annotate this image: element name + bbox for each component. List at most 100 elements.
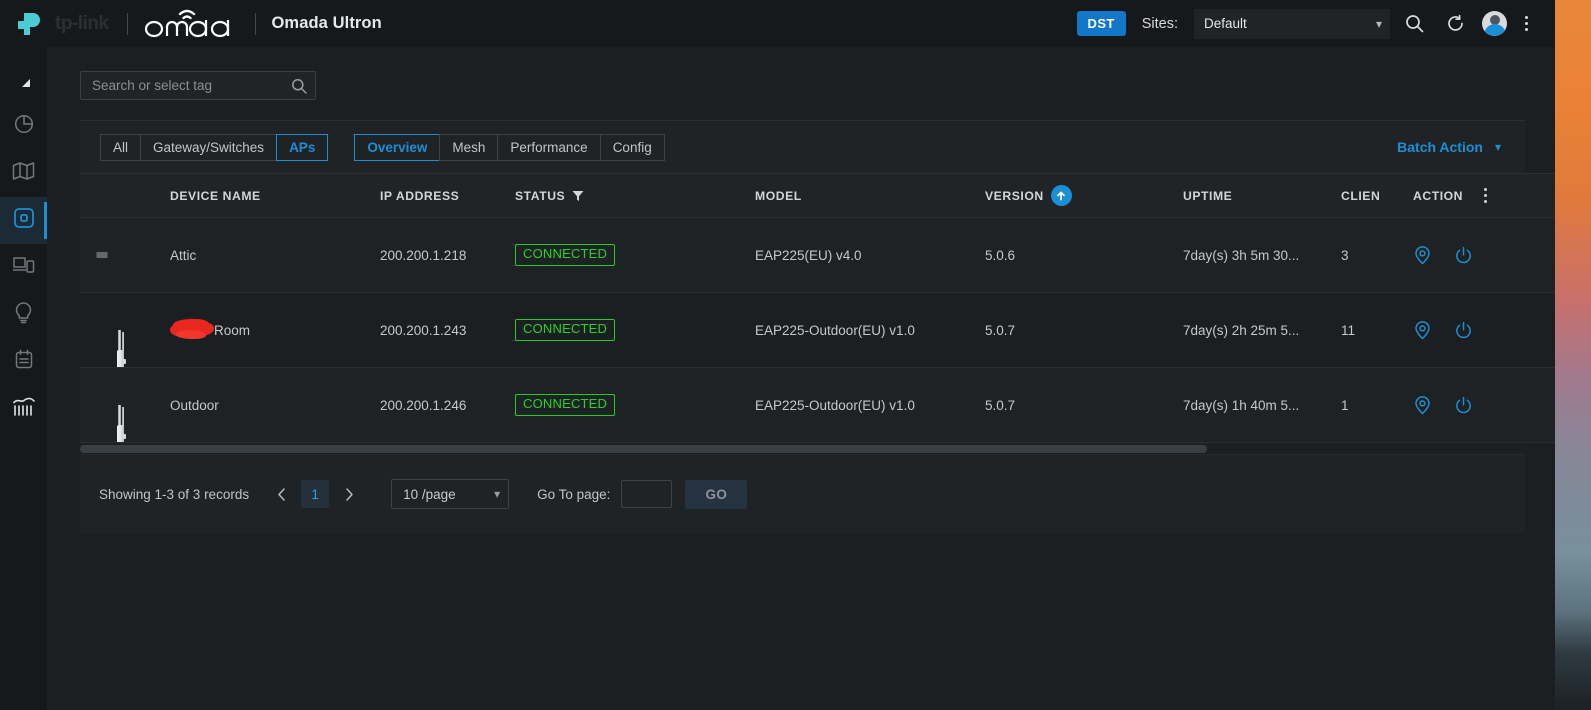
cell-uptime: 7day(s) 3h 5m 30... xyxy=(1183,217,1341,293)
sidebar-item-log[interactable] xyxy=(0,338,47,385)
table-row[interactable]: Room 200.200.1.243 CONNECTED EAP225-Outd… xyxy=(80,292,1555,368)
tab-performance[interactable]: Performance xyxy=(497,133,600,161)
devices-card: All Gateway/Switches APs Overview Mesh P… xyxy=(80,120,1555,533)
chevron-down-icon: ▾ xyxy=(1375,16,1382,31)
goto-page-input[interactable] xyxy=(621,480,673,508)
locate-icon[interactable] xyxy=(1413,320,1432,340)
reboot-icon[interactable] xyxy=(1454,321,1473,340)
reboot-icon[interactable] xyxy=(1454,246,1473,265)
refresh-icon[interactable] xyxy=(1438,7,1472,41)
cell-ip-address: 200.200.1.218 xyxy=(380,217,515,293)
device-name-visible-part: Room xyxy=(214,323,251,338)
cell-clients: 11 xyxy=(1341,292,1413,368)
col-ip-address[interactable]: IP ADDRESS xyxy=(380,173,515,218)
table-row[interactable]: Attic 200.200.1.218 CONNECTED EAP225(EU)… xyxy=(80,217,1555,293)
cell-model: EAP225(EU) v4.0 xyxy=(755,217,985,293)
cell-ip-address: 200.200.1.243 xyxy=(380,292,515,368)
avatar-body xyxy=(1483,24,1506,36)
locate-icon[interactable] xyxy=(1413,395,1432,415)
ap-body xyxy=(117,350,126,367)
cell-uptime: 7day(s) 1h 40m 5... xyxy=(1183,367,1341,443)
device-square-icon xyxy=(12,206,36,235)
cell-status: CONNECTED xyxy=(515,292,755,368)
col-model[interactable]: MODEL xyxy=(755,173,985,218)
sidebar-item-dashboard[interactable] xyxy=(0,103,47,150)
next-page-button[interactable] xyxy=(335,480,363,508)
go-button[interactable]: GO xyxy=(685,479,748,509)
col-status[interactable]: STATUS xyxy=(515,173,755,218)
sidebar-item-map[interactable] xyxy=(0,150,47,197)
previous-page-button[interactable] xyxy=(267,480,295,508)
tab-gateway-switches[interactable]: Gateway/Switches xyxy=(140,133,277,161)
sidebar-collapse-toggle[interactable] xyxy=(0,63,47,103)
table-horizontal-scrollbar[interactable] xyxy=(80,443,1525,455)
col-label: DEVICE NAME xyxy=(170,188,261,203)
col-device-name[interactable]: DEVICE NAME xyxy=(170,173,380,218)
batch-action-button[interactable]: Batch Action ▾ xyxy=(1397,139,1505,155)
user-avatar[interactable] xyxy=(1482,11,1507,36)
sidebar-item-clients[interactable] xyxy=(0,244,47,291)
reboot-icon[interactable] xyxy=(1454,396,1473,415)
antenna xyxy=(118,405,121,427)
tag-search-box[interactable] xyxy=(80,71,316,100)
cell-device-icon xyxy=(80,367,170,443)
tp-link-logo-icon xyxy=(14,7,54,41)
cell-clients: 3 xyxy=(1341,217,1413,293)
scrollbar-thumb[interactable] xyxy=(80,445,1208,453)
batch-action-label: Batch Action xyxy=(1397,139,1483,155)
sidebar-item-insight[interactable] xyxy=(0,291,47,338)
per-page-selector[interactable]: 10 /page ▾ xyxy=(391,479,510,509)
col-action: ACTION xyxy=(1413,173,1555,218)
antenna xyxy=(118,330,121,352)
sidebar-item-statistics[interactable] xyxy=(0,385,47,432)
search-icon[interactable] xyxy=(1397,7,1431,41)
tab-overview[interactable]: Overview xyxy=(354,133,440,161)
tab-mesh[interactable]: Mesh xyxy=(439,133,498,161)
cell-model: EAP225-Outdoor(EU) v1.0 xyxy=(755,367,985,443)
table-row[interactable]: Outdoor 200.200.1.246 CONNECTED EAP225-O… xyxy=(80,367,1555,443)
tab-all[interactable]: All xyxy=(100,133,141,161)
col-version[interactable]: VERSION xyxy=(985,173,1183,218)
per-page-value: 10 /page xyxy=(403,486,456,502)
tab-config[interactable]: Config xyxy=(599,133,665,161)
cell-model: EAP225-Outdoor(EU) v1.0 xyxy=(755,292,985,368)
main-content: All Gateway/Switches APs Overview Mesh P… xyxy=(47,47,1555,710)
search-input[interactable] xyxy=(92,78,291,93)
site-selector[interactable]: Default ▾ xyxy=(1194,8,1390,39)
status-badge: CONNECTED xyxy=(515,394,616,416)
statistics-chart-icon xyxy=(12,395,36,422)
antenna xyxy=(122,332,124,352)
app-header: tp-link Omada Ultron DST Sites: Default … xyxy=(0,0,1555,47)
left-sidebar xyxy=(0,47,47,710)
chevron-down-icon: ▾ xyxy=(1494,140,1501,154)
chevron-down-icon: ▾ xyxy=(494,487,501,501)
cell-device-name[interactable]: Outdoor xyxy=(170,367,380,443)
log-list-icon xyxy=(13,348,35,375)
col-label: UPTIME xyxy=(1183,188,1233,203)
view-tabs: Overview Mesh Performance Config xyxy=(354,133,665,161)
cell-device-name[interactable]: Attic xyxy=(170,217,380,293)
col-label: MODEL xyxy=(755,188,802,203)
cell-version: 5.0.6 xyxy=(985,217,1183,293)
pie-chart-icon xyxy=(13,113,35,140)
col-device-icon xyxy=(80,173,170,218)
more-menu-icon[interactable] xyxy=(1513,7,1539,41)
header-controls: DST Sites: Default ▾ xyxy=(1076,7,1555,41)
filter-icon[interactable] xyxy=(572,190,584,202)
col-uptime[interactable]: UPTIME xyxy=(1183,173,1341,218)
divider xyxy=(126,12,128,35)
locate-icon[interactable] xyxy=(1413,245,1432,265)
clients-icon xyxy=(12,254,35,281)
cell-action xyxy=(1413,217,1555,293)
col-label: CLIEN xyxy=(1341,188,1381,203)
column-settings-icon[interactable] xyxy=(1484,188,1488,203)
tab-aps[interactable]: APs xyxy=(276,133,329,161)
cell-device-name[interactable]: Room xyxy=(170,292,380,368)
dst-badge[interactable]: DST xyxy=(1076,11,1126,36)
sidebar-item-devices[interactable] xyxy=(0,197,47,244)
upgrade-arrow-icon[interactable] xyxy=(1050,185,1072,206)
search-icon[interactable] xyxy=(291,78,307,94)
omada-logo-icon xyxy=(144,9,239,39)
col-clients[interactable]: CLIEN xyxy=(1341,173,1413,218)
page-number-1[interactable]: 1 xyxy=(301,480,330,508)
